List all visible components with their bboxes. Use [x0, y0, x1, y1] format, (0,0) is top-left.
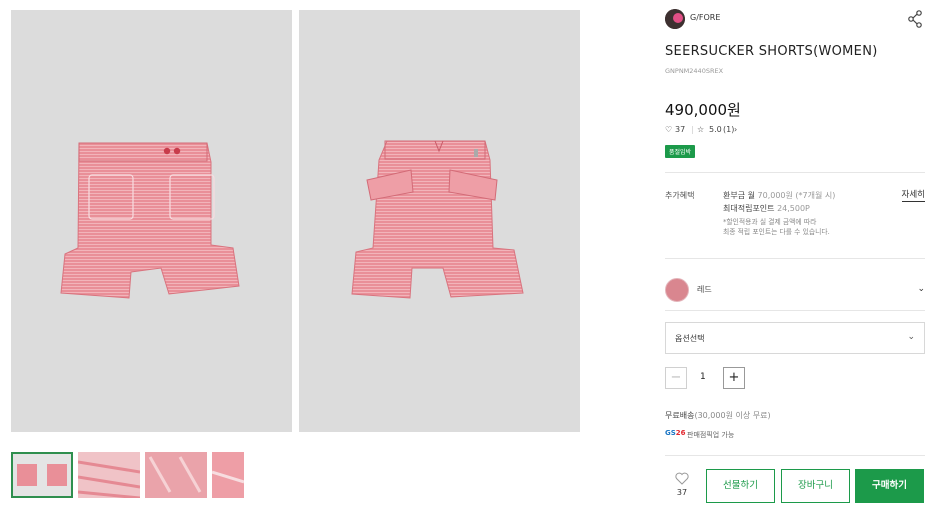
shipping-muted: (30,000원 이상 무료)	[694, 411, 771, 420]
points-info: 최대적립포인트 24,500P	[723, 203, 810, 214]
chevron-down-icon[interactable]: ⌄	[917, 284, 925, 294]
star-icon: ☆	[697, 125, 705, 134]
add-to-cart-button[interactable]: 장바구니	[781, 469, 850, 503]
store-pickup-text: 판매점픽업 가능	[687, 431, 735, 439]
buy-now-button[interactable]: 구매하기	[855, 469, 924, 503]
color-name: 레드	[697, 285, 712, 294]
thumbnail-1[interactable]	[11, 452, 73, 498]
chevron-right-icon[interactable]: ›	[734, 125, 737, 134]
shipping-info: 무료배송(30,000원 이상 무료)	[665, 410, 771, 421]
status-badge: 품절임박	[665, 145, 696, 158]
points-muted: 24,500P	[777, 204, 810, 213]
benefit-label: 추가혜택	[665, 191, 695, 200]
like-count: 37	[675, 125, 686, 134]
brand-name[interactable]: G/FORE	[690, 13, 720, 22]
wishlist-button[interactable]: 37	[668, 472, 696, 497]
detail-link[interactable]: 자세히	[901, 188, 925, 202]
shipping-main: 무료배송	[665, 411, 695, 420]
quantity-decrease-button[interactable]: −	[665, 367, 687, 389]
option-select[interactable]: 옵션선택 ⌄	[665, 322, 925, 354]
divider	[665, 172, 925, 173]
divider	[665, 258, 925, 259]
product-image-back[interactable]	[299, 10, 580, 432]
product-image-front[interactable]	[11, 10, 292, 432]
quantity-increase-button[interactable]: +	[723, 367, 745, 389]
divider	[665, 455, 925, 456]
share-icon[interactable]	[907, 10, 923, 28]
heart-outline-icon[interactable]: ♡	[665, 125, 672, 134]
color-swatch[interactable]	[665, 278, 689, 302]
brand-row: G/FORE	[665, 9, 925, 29]
option-placeholder: 옵션선택	[675, 334, 705, 343]
installment-muted: 70,000원 (*7개월 시)	[757, 191, 836, 200]
gift-button[interactable]: 선물하기	[706, 469, 775, 503]
rating-value[interactable]: 5.0	[709, 125, 722, 134]
chevron-down-icon: ⌄	[907, 332, 915, 342]
brand-logo[interactable]	[665, 9, 685, 29]
heart-icon	[675, 472, 689, 485]
thumbnail-4[interactable]	[212, 452, 244, 498]
thumbnail-2[interactable]	[78, 452, 140, 498]
wishlist-count: 37	[676, 488, 688, 497]
color-selector[interactable]: 레드 ⌄	[665, 276, 925, 304]
gs25-logo: GS26	[665, 429, 686, 437]
product-price: 490,000원	[665, 101, 741, 119]
installment-main: 환부금 월	[723, 191, 758, 200]
divider	[665, 310, 925, 311]
product-code: GNPNM2440SREX	[665, 67, 724, 75]
product-title: SEERSUCKER SHORTS(WOMEN)	[665, 44, 878, 59]
points-main: 최대적립포인트	[723, 204, 778, 213]
meta-separator: |	[691, 125, 694, 134]
installment-info: 환부금 월 70,000원 (*7개월 시)	[723, 190, 835, 201]
quantity-stepper: − 1 +	[665, 367, 745, 389]
quantity-value: 1	[700, 372, 706, 382]
thumbnail-3[interactable]	[145, 452, 207, 498]
points-note-2: 최종 적립 포인트는 다를 수 있습니다.	[723, 228, 830, 236]
review-count[interactable]: (1)	[723, 125, 734, 134]
